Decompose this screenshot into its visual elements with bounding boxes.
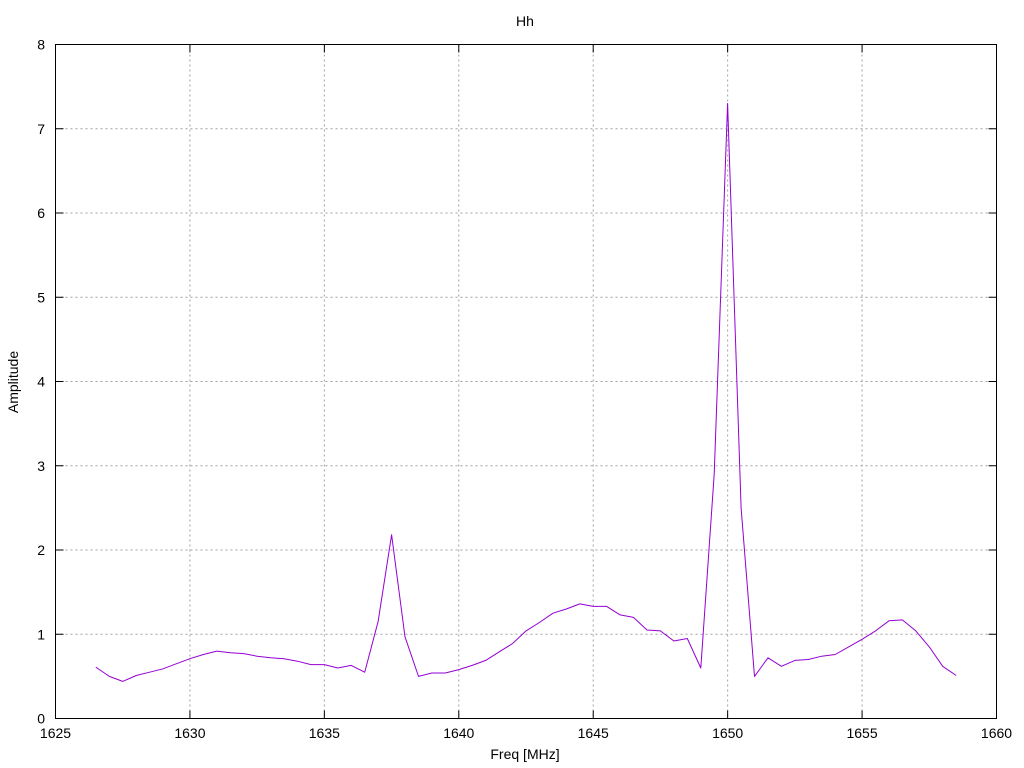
- y-tick-label: 6: [37, 205, 45, 221]
- y-tick-label: 7: [37, 121, 45, 137]
- y-tick-label: 0: [37, 711, 45, 727]
- x-tick-label: 1640: [443, 725, 474, 741]
- x-tick-label: 1635: [309, 725, 340, 741]
- y-tick-label: 1: [37, 626, 45, 642]
- x-tick-label: 1625: [40, 725, 71, 741]
- x-tick-label: 1630: [174, 725, 205, 741]
- label-layer: 1625 1630 1635 1640 1645 1650 1655 1660 0 1 2 3 4 5 6 7…: [37, 37, 1012, 742]
- line-chart: 1625 1630 1635 1640 1645 1650 1655 1660 0 1 2 3 4 5 6 7…: [5, 13, 1012, 762]
- x-tick-label: 1655: [846, 725, 877, 741]
- y-tick-label: 4: [37, 374, 45, 390]
- y-tick-label: 5: [37, 289, 45, 305]
- y-tick-label: 3: [37, 458, 45, 474]
- x-tick-label: 1650: [712, 725, 743, 741]
- grid-layer: [55, 44, 997, 719]
- y-tick-label: 8: [37, 37, 45, 53]
- chart-title: Hh: [516, 13, 534, 29]
- series-layer: [95, 103, 957, 682]
- x-tick-label: 1660: [981, 725, 1012, 741]
- x-axis-title: Freq [MHz]: [490, 746, 559, 762]
- y-axis-title: Amplitude: [5, 351, 21, 413]
- series-line-0: [95, 103, 957, 682]
- x-tick-label: 1645: [578, 725, 609, 741]
- y-tick-label: 2: [37, 542, 45, 558]
